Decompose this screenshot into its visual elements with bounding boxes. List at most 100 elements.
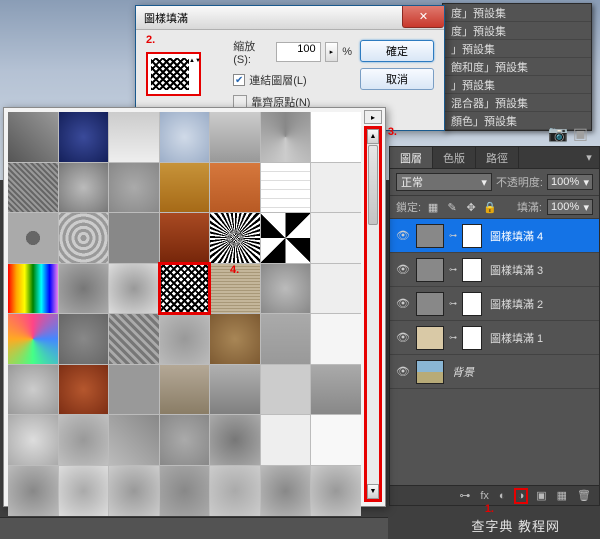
layer-mask-thumbnail[interactable] [462,326,482,350]
pattern-swatch[interactable] [59,213,109,263]
pattern-swatch[interactable] [261,466,311,516]
layer-row[interactable]: 👁 背景 [390,355,599,389]
cancel-button[interactable]: 取消 [360,68,434,90]
layer-name[interactable]: 圖樣填滿 3 [486,262,595,278]
pattern-swatch[interactable] [210,314,260,364]
scroll-down-button[interactable]: ▼ [367,484,379,499]
pattern-swatch[interactable] [210,365,260,415]
pattern-swatch[interactable] [109,314,159,364]
pattern-swatch[interactable] [210,466,260,516]
lock-move-icon[interactable]: ✥ [464,200,478,214]
pattern-swatch[interactable] [8,466,58,516]
pattern-swatch[interactable] [311,213,361,263]
pattern-swatch-dropdown[interactable]: ▲▼ [146,52,201,96]
preset-item[interactable]: 飽和度」預設集 [443,58,591,76]
layer-name[interactable]: 背景 [448,364,595,380]
layer-mask-thumbnail[interactable] [462,258,482,282]
fx-icon[interactable]: fx [480,490,489,502]
visibility-toggle[interactable]: 👁 [394,297,412,310]
pattern-swatch[interactable] [59,163,109,213]
pattern-swatch[interactable] [8,112,58,162]
visibility-toggle[interactable]: 👁 [394,263,412,276]
pattern-swatch[interactable] [8,415,58,465]
fill-input[interactable]: 100%▾ [547,199,593,215]
close-button[interactable]: ✕ [402,6,444,28]
pattern-swatch[interactable] [210,415,260,465]
pattern-swatch[interactable] [59,466,109,516]
layer-row[interactable]: 👁 ⊶ 圖樣填滿 3 [390,253,599,287]
mask-icon[interactable]: ◐ [499,490,506,502]
group-icon[interactable]: ▣ [536,489,546,502]
link-layers-checkbox[interactable]: ✔ [233,74,245,86]
pattern-swatch[interactable] [160,163,210,213]
pattern-swatch[interactable] [261,264,311,314]
new-layer-icon[interactable]: ▦ [557,489,567,502]
visibility-toggle[interactable]: 👁 [394,365,412,378]
pattern-swatch[interactable] [261,213,311,263]
layer-mask-thumbnail[interactable] [462,224,482,248]
pattern-swatch[interactable] [311,163,361,213]
layer-row[interactable]: 👁 ⊶ 圖樣填滿 1 [390,321,599,355]
picker-scrollbar[interactable]: ▲ ▼ [364,126,382,502]
scale-input[interactable]: 100 [276,42,321,62]
pattern-swatch[interactable] [8,314,58,364]
layer-name[interactable]: 圖樣填滿 1 [486,330,595,346]
blend-mode-select[interactable]: 正常▾ [396,173,492,191]
preset-item[interactable]: 」預設集 [443,76,591,94]
pattern-swatch[interactable] [210,163,260,213]
pattern-swatch[interactable] [311,365,361,415]
pattern-swatch[interactable] [160,112,210,162]
preset-item[interactable]: 顏色」預設集 [443,112,591,130]
pattern-swatch[interactable] [59,365,109,415]
pattern-swatch[interactable] [109,365,159,415]
layer-thumbnail[interactable] [416,326,444,350]
layer-name[interactable]: 圖樣填滿 2 [486,296,595,312]
lock-all-icon[interactable]: 🔒 [483,200,497,214]
pattern-swatch[interactable] [59,264,109,314]
pattern-swatch[interactable] [160,365,210,415]
tab-paths[interactable]: 路徑 [476,147,519,168]
preset-item[interactable]: 度」預設集 [443,4,591,22]
preset-item[interactable]: 」預設集 [443,40,591,58]
scale-spinner[interactable]: ▸ [325,42,339,62]
layer-thumbnail[interactable] [416,258,444,282]
pattern-swatch[interactable] [261,314,311,364]
visibility-toggle[interactable]: 👁 [394,229,412,242]
layer-mask-thumbnail[interactable] [462,292,482,316]
pattern-swatch[interactable] [210,112,260,162]
panel-menu-icon[interactable]: ▾ [579,147,599,168]
pattern-swatch[interactable] [160,264,210,314]
pattern-swatch[interactable] [210,213,260,263]
pattern-swatch[interactable] [261,163,311,213]
layer-thumbnail[interactable] [416,224,444,248]
preset-item[interactable]: 度」預設集 [443,22,591,40]
pattern-swatch[interactable] [160,314,210,364]
ok-button[interactable]: 確定 [360,40,434,62]
camera-icon[interactable]: 📷 [548,124,568,144]
pattern-swatch[interactable] [8,163,58,213]
pattern-swatch[interactable] [311,314,361,364]
pattern-swatch[interactable] [8,365,58,415]
visibility-toggle[interactable]: 👁 [394,331,412,344]
pattern-swatch[interactable] [8,264,58,314]
picker-menu-button[interactable]: ▸ [364,110,382,124]
layer-name[interactable]: 圖樣填滿 4 [486,228,595,244]
pattern-swatch[interactable] [311,264,361,314]
pattern-swatch[interactable] [109,415,159,465]
pattern-swatch[interactable] [311,415,361,465]
pattern-swatch[interactable] [109,213,159,263]
scroll-thumb[interactable] [368,145,378,225]
pattern-swatch[interactable] [261,365,311,415]
pattern-swatch[interactable] [59,314,109,364]
tab-channels[interactable]: 色版 [433,147,476,168]
pattern-swatch[interactable] [311,112,361,162]
pattern-swatch[interactable] [160,213,210,263]
pattern-swatch[interactable] [59,415,109,465]
pattern-swatch[interactable] [8,213,58,263]
pattern-swatch[interactable] [160,466,210,516]
delete-layer-icon[interactable]: 🗑 [577,489,591,502]
adjustment-layer-icon[interactable]: ◑ [516,490,527,502]
tab-layers[interactable]: 圖層 [390,147,433,168]
link-layers-icon[interactable]: ⊶ [459,489,470,502]
preset-item[interactable]: 混合器」預設集 [443,94,591,112]
